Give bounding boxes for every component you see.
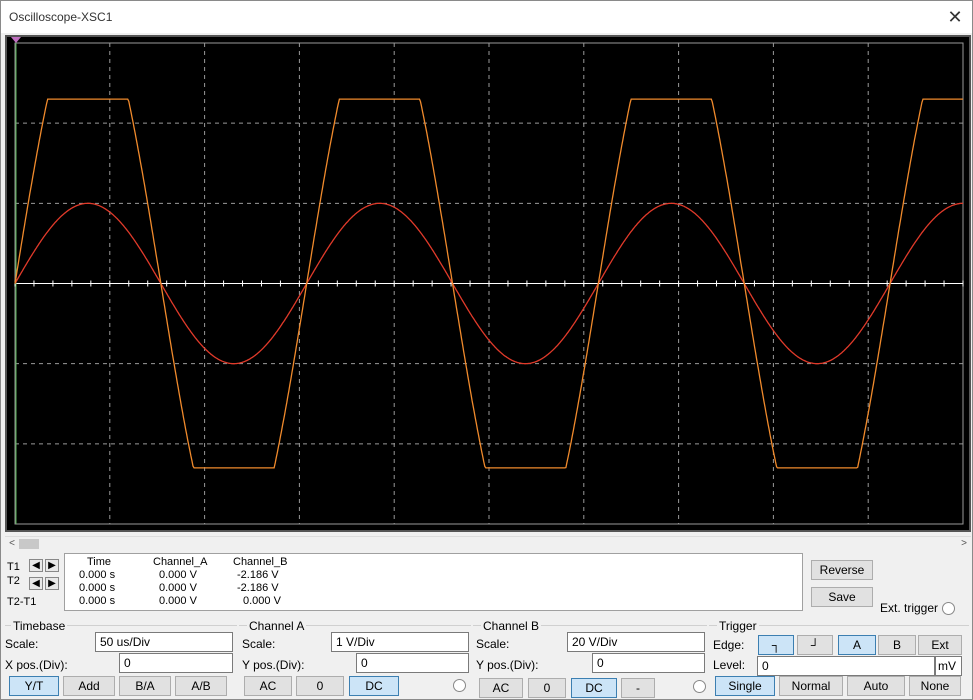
t2-left-arrow-icon[interactable]: ◀	[29, 577, 43, 590]
window-title: Oscilloscope-XSC1	[9, 10, 113, 24]
trigger-auto-button[interactable]: Auto	[847, 676, 905, 696]
horizontal-scrollbar[interactable]: < >	[5, 536, 971, 550]
channel-b-ypos-field[interactable]: 0	[592, 653, 705, 673]
channel-b-ypos-label: Y pos.(Div):	[476, 658, 539, 672]
trigger-source-ext-button[interactable]: Ext	[918, 635, 962, 655]
t2t1-label: T2-T1	[7, 596, 37, 608]
channel-a-ypos-label: Y pos.(Div):	[242, 658, 305, 672]
timebase-scale-label: Scale:	[5, 637, 39, 651]
channel-b-ac-button[interactable]: AC	[479, 678, 523, 698]
title-bar: Oscilloscope-XSC1 ✕	[1, 1, 972, 33]
trigger-level-unit: mV	[935, 656, 962, 676]
rising-edge-icon: ┐	[771, 638, 781, 652]
channel-b-title: Channel B	[481, 619, 542, 633]
header-channel-a: Channel_A	[153, 556, 208, 568]
timebase-xpos-field[interactable]: 0	[119, 653, 233, 673]
falling-edge-icon: ┘	[810, 638, 820, 652]
timebase-scale-field[interactable]: 50 us/Div	[95, 632, 233, 652]
trigger-none-button[interactable]: None	[909, 676, 961, 696]
timebase-title: Timebase	[11, 619, 68, 633]
row1-time: 0.000 s	[79, 569, 116, 581]
mode-ba-button[interactable]: B/A	[119, 676, 171, 696]
oscilloscope-window: Oscilloscope-XSC1 ✕ < > T1 ◀ ▶ T2 ◀ ▶ T2…	[0, 0, 973, 700]
channel-b-dc-button[interactable]: DC	[571, 678, 617, 698]
channel-a-dc-button[interactable]: DC	[349, 676, 399, 696]
trigger-level-label: Level:	[713, 658, 746, 672]
channel-b-zero-button[interactable]: 0	[528, 678, 566, 698]
channel-a-radio[interactable]	[453, 679, 466, 692]
trigger-title: Trigger	[717, 619, 759, 633]
channel-a-scale-field[interactable]: 1 V/Div	[331, 632, 469, 652]
falling-edge-button[interactable]: ┘	[797, 635, 833, 655]
cursor-t1-marker	[11, 37, 21, 43]
t2-right-arrow-icon[interactable]: ▶	[45, 577, 59, 590]
t1-label: T1	[7, 561, 20, 573]
row1-channel-a: 0.000 V	[159, 569, 197, 581]
channel-b-scale-label: Scale:	[476, 637, 510, 651]
scope-plot	[11, 37, 964, 525]
row1-channel-b: -2.186 V	[237, 569, 279, 581]
trigger-source-b-button[interactable]: B	[878, 635, 916, 655]
mode-ab-button[interactable]: A/B	[175, 676, 227, 696]
header-time: Time	[87, 556, 112, 568]
row2-time: 0.000 s	[79, 582, 116, 594]
save-button[interactable]: Save	[811, 587, 873, 607]
trigger-level-field[interactable]: 0	[757, 656, 935, 676]
ext-trigger-label: Ext. trigger	[880, 601, 939, 615]
row3-channel-b: 0.000 V	[243, 595, 281, 607]
timebase-xpos-label: X pos.(Div):	[5, 658, 68, 672]
row2-channel-a: 0.000 V	[159, 582, 197, 594]
cursor-controls: T1 ◀ ▶ T2 ◀ ▶ T2-T1	[5, 553, 63, 611]
scroll-thumb[interactable]	[19, 539, 39, 549]
close-button[interactable]: ✕	[938, 1, 972, 33]
t1-right-arrow-icon[interactable]: ▶	[45, 559, 59, 572]
channel-a-title: Channel A	[247, 619, 307, 633]
scroll-right-icon[interactable]: >	[957, 537, 971, 551]
t2-label: T2	[7, 575, 20, 587]
row2-channel-b: -2.186 V	[237, 582, 279, 594]
trigger-normal-button[interactable]: Normal	[779, 676, 843, 696]
rising-edge-button[interactable]: ┐	[758, 635, 794, 655]
mode-add-button[interactable]: Add	[63, 676, 115, 696]
row3-channel-a: 0.000 V	[159, 595, 197, 607]
scroll-left-icon[interactable]: <	[5, 537, 19, 551]
reverse-button[interactable]: Reverse	[811, 560, 873, 580]
channel-b-minus-button[interactable]: -	[621, 678, 655, 698]
channel-a-ac-button[interactable]: AC	[244, 676, 292, 696]
row3-time: 0.000 s	[79, 595, 116, 607]
channel-a-zero-button[interactable]: 0	[296, 676, 344, 696]
channel-b-radio[interactable]	[693, 680, 706, 693]
measurement-readout: Time Channel_A Channel_B 0.000 s 0.000 V…	[64, 553, 803, 611]
trigger-source-a-button[interactable]: A	[838, 635, 876, 655]
channel-a-ypos-field[interactable]: 0	[356, 653, 469, 673]
mode-yt-button[interactable]: Y/T	[9, 676, 59, 696]
close-icon: ✕	[947, 6, 963, 27]
header-channel-b: Channel_B	[233, 556, 288, 568]
trigger-single-button[interactable]: Single	[715, 676, 775, 696]
channel-a-scale-label: Scale:	[242, 637, 276, 651]
trigger-edge-label: Edge:	[713, 638, 745, 652]
channel-b-scale-field[interactable]: 20 V/Div	[567, 632, 705, 652]
scope-display	[5, 35, 971, 532]
ext-trigger-radio[interactable]	[942, 602, 955, 615]
t1-left-arrow-icon[interactable]: ◀	[29, 559, 43, 572]
